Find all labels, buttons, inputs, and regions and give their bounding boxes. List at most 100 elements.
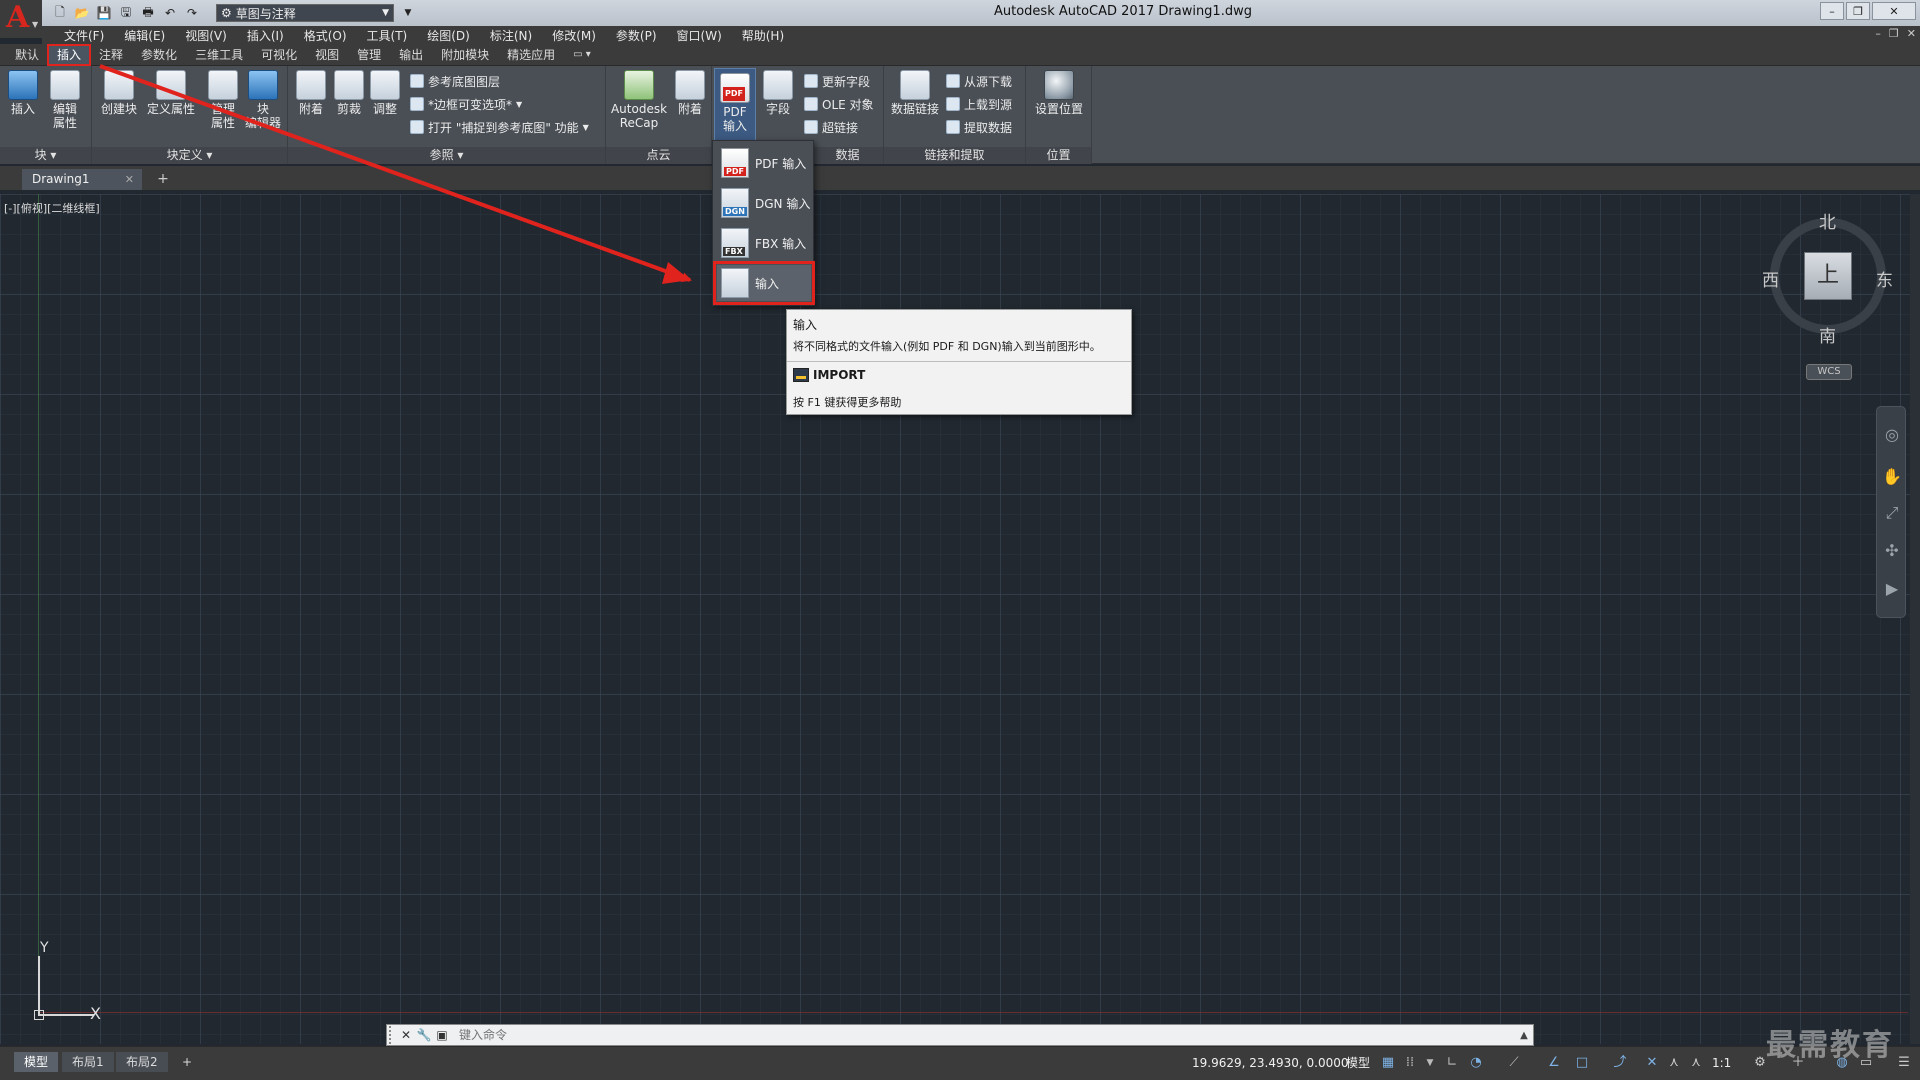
model-space-button[interactable]: 模型 xyxy=(1346,1052,1370,1074)
compass-east[interactable]: 东 xyxy=(1876,266,1893,291)
autoscale-icon[interactable]: ⋏ xyxy=(1666,1055,1682,1071)
update-fields-button[interactable]: 更新字段 xyxy=(804,72,870,90)
compass-south[interactable]: 南 xyxy=(1819,322,1836,347)
edit-attribute-button[interactable]: 编辑 属性 xyxy=(42,70,88,130)
menu-item-fbx-import[interactable]: FBX FBX 输入 xyxy=(717,225,811,261)
new-drawing-tab-button[interactable]: + xyxy=(152,170,174,189)
viewport-controls[interactable]: [-][俯视][二维线框] xyxy=(4,200,100,216)
close-icon[interactable]: ✕ xyxy=(397,1026,415,1044)
set-location-button[interactable]: 设置位置 xyxy=(1030,70,1088,116)
save-as-icon[interactable]: 🖫 xyxy=(118,5,134,21)
qat-customize-icon[interactable]: ▼ xyxy=(400,5,416,21)
menu-tools[interactable]: 工具(T) xyxy=(357,27,418,44)
field-button[interactable]: 字段 xyxy=(758,70,798,116)
tab-model[interactable]: 模型 xyxy=(14,1052,59,1072)
tab-output[interactable]: 输出 xyxy=(390,45,432,65)
underlay-layers-button[interactable]: 参考底图图层 xyxy=(410,72,500,90)
menu-item-pdf-import[interactable]: PDF 输入 xyxy=(717,145,811,181)
tab-parametric[interactable]: 参数化 xyxy=(132,45,186,65)
menu-file[interactable]: 文件(F) xyxy=(54,27,114,44)
menu-modify[interactable]: 修改(M) xyxy=(542,27,606,44)
data-link-button[interactable]: 数据链接 xyxy=(886,70,944,116)
command-prompt-icon[interactable]: ▣ xyxy=(433,1026,451,1044)
panel-title-block[interactable]: 块 ▾ xyxy=(0,147,91,164)
annotation-scale[interactable]: 1:1 xyxy=(1712,1052,1731,1074)
menu-insert[interactable]: 插入(I) xyxy=(237,27,294,44)
compass-north[interactable]: 北 xyxy=(1819,208,1836,233)
close-icon[interactable]: ✕ xyxy=(125,169,134,190)
chevron-down-icon[interactable]: ▼ xyxy=(1422,1055,1438,1071)
menu-draw[interactable]: 绘图(D) xyxy=(417,27,480,44)
viewcube-top-face[interactable]: 上 xyxy=(1804,252,1852,300)
tab-featured-apps[interactable]: 精选应用 xyxy=(498,45,564,65)
object-snap-icon[interactable]: □ xyxy=(1574,1055,1590,1071)
annotation-visibility-icon[interactable]: ⤴ xyxy=(1612,1055,1628,1071)
undo-icon[interactable]: ↶ xyxy=(162,5,178,21)
ole-object-button[interactable]: OLE 对象 xyxy=(804,95,874,113)
snap-to-underlay-button[interactable]: 打开 "捕捉到参考底图" 功能 ▼ xyxy=(410,118,589,136)
polar-tracking-icon[interactable]: ◔ xyxy=(1468,1055,1484,1071)
command-input[interactable] xyxy=(451,1026,1515,1044)
tab-addins[interactable]: 附加模块 xyxy=(432,45,498,65)
autodesk-recap-button[interactable]: Autodesk ReCap xyxy=(608,70,670,130)
redo-icon[interactable]: ↷ xyxy=(184,5,200,21)
tab-manage[interactable]: 管理 xyxy=(348,45,390,65)
annotation-scale-icon[interactable]: ✕ xyxy=(1644,1055,1660,1071)
menu-help[interactable]: 帮助(H) xyxy=(732,27,794,44)
panel-title-block-definition[interactable]: 块定义 ▾ xyxy=(92,147,287,164)
extract-data-button[interactable]: 提取数据 xyxy=(946,118,1012,136)
ribbon-display-toggle-icon[interactable]: ▭ ▾ xyxy=(564,45,600,65)
panel-title-reference[interactable]: 参照 ▾ xyxy=(288,147,605,164)
menu-view[interactable]: 视图(V) xyxy=(175,27,237,44)
isodraft-icon[interactable]: ⟋ xyxy=(1506,1055,1522,1071)
menu-format[interactable]: 格式(O) xyxy=(294,27,357,44)
tab-annotate[interactable]: 注释 xyxy=(90,45,132,65)
snap-mode-icon[interactable]: ⁞⁞ xyxy=(1402,1055,1418,1071)
upload-to-source-button[interactable]: 上载到源 xyxy=(946,95,1012,113)
pan-hand-icon[interactable]: ✋ xyxy=(1882,467,1902,487)
customize-menu-icon[interactable]: ☰ xyxy=(1896,1055,1912,1071)
tab-visualize[interactable]: 可视化 xyxy=(252,45,306,65)
object-snap-tracking-icon[interactable]: ∠ xyxy=(1546,1055,1562,1071)
print-icon[interactable]: 🖶 xyxy=(140,5,156,21)
tab-view[interactable]: 视图 xyxy=(306,45,348,65)
doc-minimize-button[interactable]: – xyxy=(1875,27,1881,40)
menu-item-dgn-import[interactable]: DGN DGN 输入 xyxy=(717,185,811,221)
maximize-button[interactable]: ❐ xyxy=(1846,2,1870,20)
doc-restore-button[interactable]: ❐ xyxy=(1889,27,1899,40)
menu-item-import[interactable]: 输入 xyxy=(713,261,815,305)
new-file-icon[interactable]: 🗋 xyxy=(52,5,68,21)
create-block-button[interactable]: 创建块 xyxy=(96,70,142,116)
frame-variable-select[interactable]: *边框可变选项* ▼ xyxy=(410,95,522,113)
menu-window[interactable]: 窗口(W) xyxy=(667,27,732,44)
ortho-icon[interactable]: ∟ xyxy=(1444,1055,1460,1071)
open-file-icon[interactable]: 📂 xyxy=(74,5,90,21)
showmotion-icon[interactable]: ▶ xyxy=(1882,579,1902,599)
menu-edit[interactable]: 编辑(E) xyxy=(114,27,175,44)
minimize-button[interactable]: – xyxy=(1820,2,1844,20)
pdf-import-button[interactable]: PDF 输入 xyxy=(714,68,756,144)
tab-3d-tools[interactable]: 三维工具 xyxy=(186,45,252,65)
orbit-icon[interactable]: ✣ xyxy=(1882,541,1902,561)
insert-block-button[interactable]: 插入 xyxy=(0,70,46,116)
grid-icon[interactable]: ▦ xyxy=(1380,1055,1396,1071)
add-layout-button[interactable]: + xyxy=(172,1052,202,1072)
vertical-scrollbar[interactable] xyxy=(1910,194,1920,1044)
compass-west[interactable]: 西 xyxy=(1762,266,1779,291)
zoom-extents-icon[interactable]: ⤢ xyxy=(1882,503,1902,523)
coordinate-readout[interactable]: 19.9629, 23.4930, 0.0000 xyxy=(1192,1052,1349,1074)
adjust-button[interactable]: 调整 xyxy=(362,70,408,116)
block-editor-button[interactable]: 块 编辑器 xyxy=(240,70,286,130)
close-button[interactable]: ✕ xyxy=(1872,2,1916,20)
define-attribute-button[interactable]: 定义属性 xyxy=(144,70,198,116)
application-menu-button[interactable]: A ▼ xyxy=(0,0,42,38)
annotation-monitor-icon[interactable]: ⋏ xyxy=(1688,1055,1704,1071)
chevron-up-icon[interactable]: ▲ xyxy=(1515,1030,1533,1041)
hyperlink-button[interactable]: 超链接 xyxy=(804,118,858,136)
tab-layout2[interactable]: 布局2 xyxy=(116,1052,168,1072)
download-from-source-button[interactable]: 从源下载 xyxy=(946,72,1012,90)
drag-handle[interactable] xyxy=(389,1026,397,1044)
save-icon[interactable]: 💾 xyxy=(96,5,112,21)
tab-drawing1[interactable]: Drawing1 ✕ xyxy=(22,169,142,190)
wcs-menu-button[interactable]: WCS xyxy=(1806,364,1852,380)
